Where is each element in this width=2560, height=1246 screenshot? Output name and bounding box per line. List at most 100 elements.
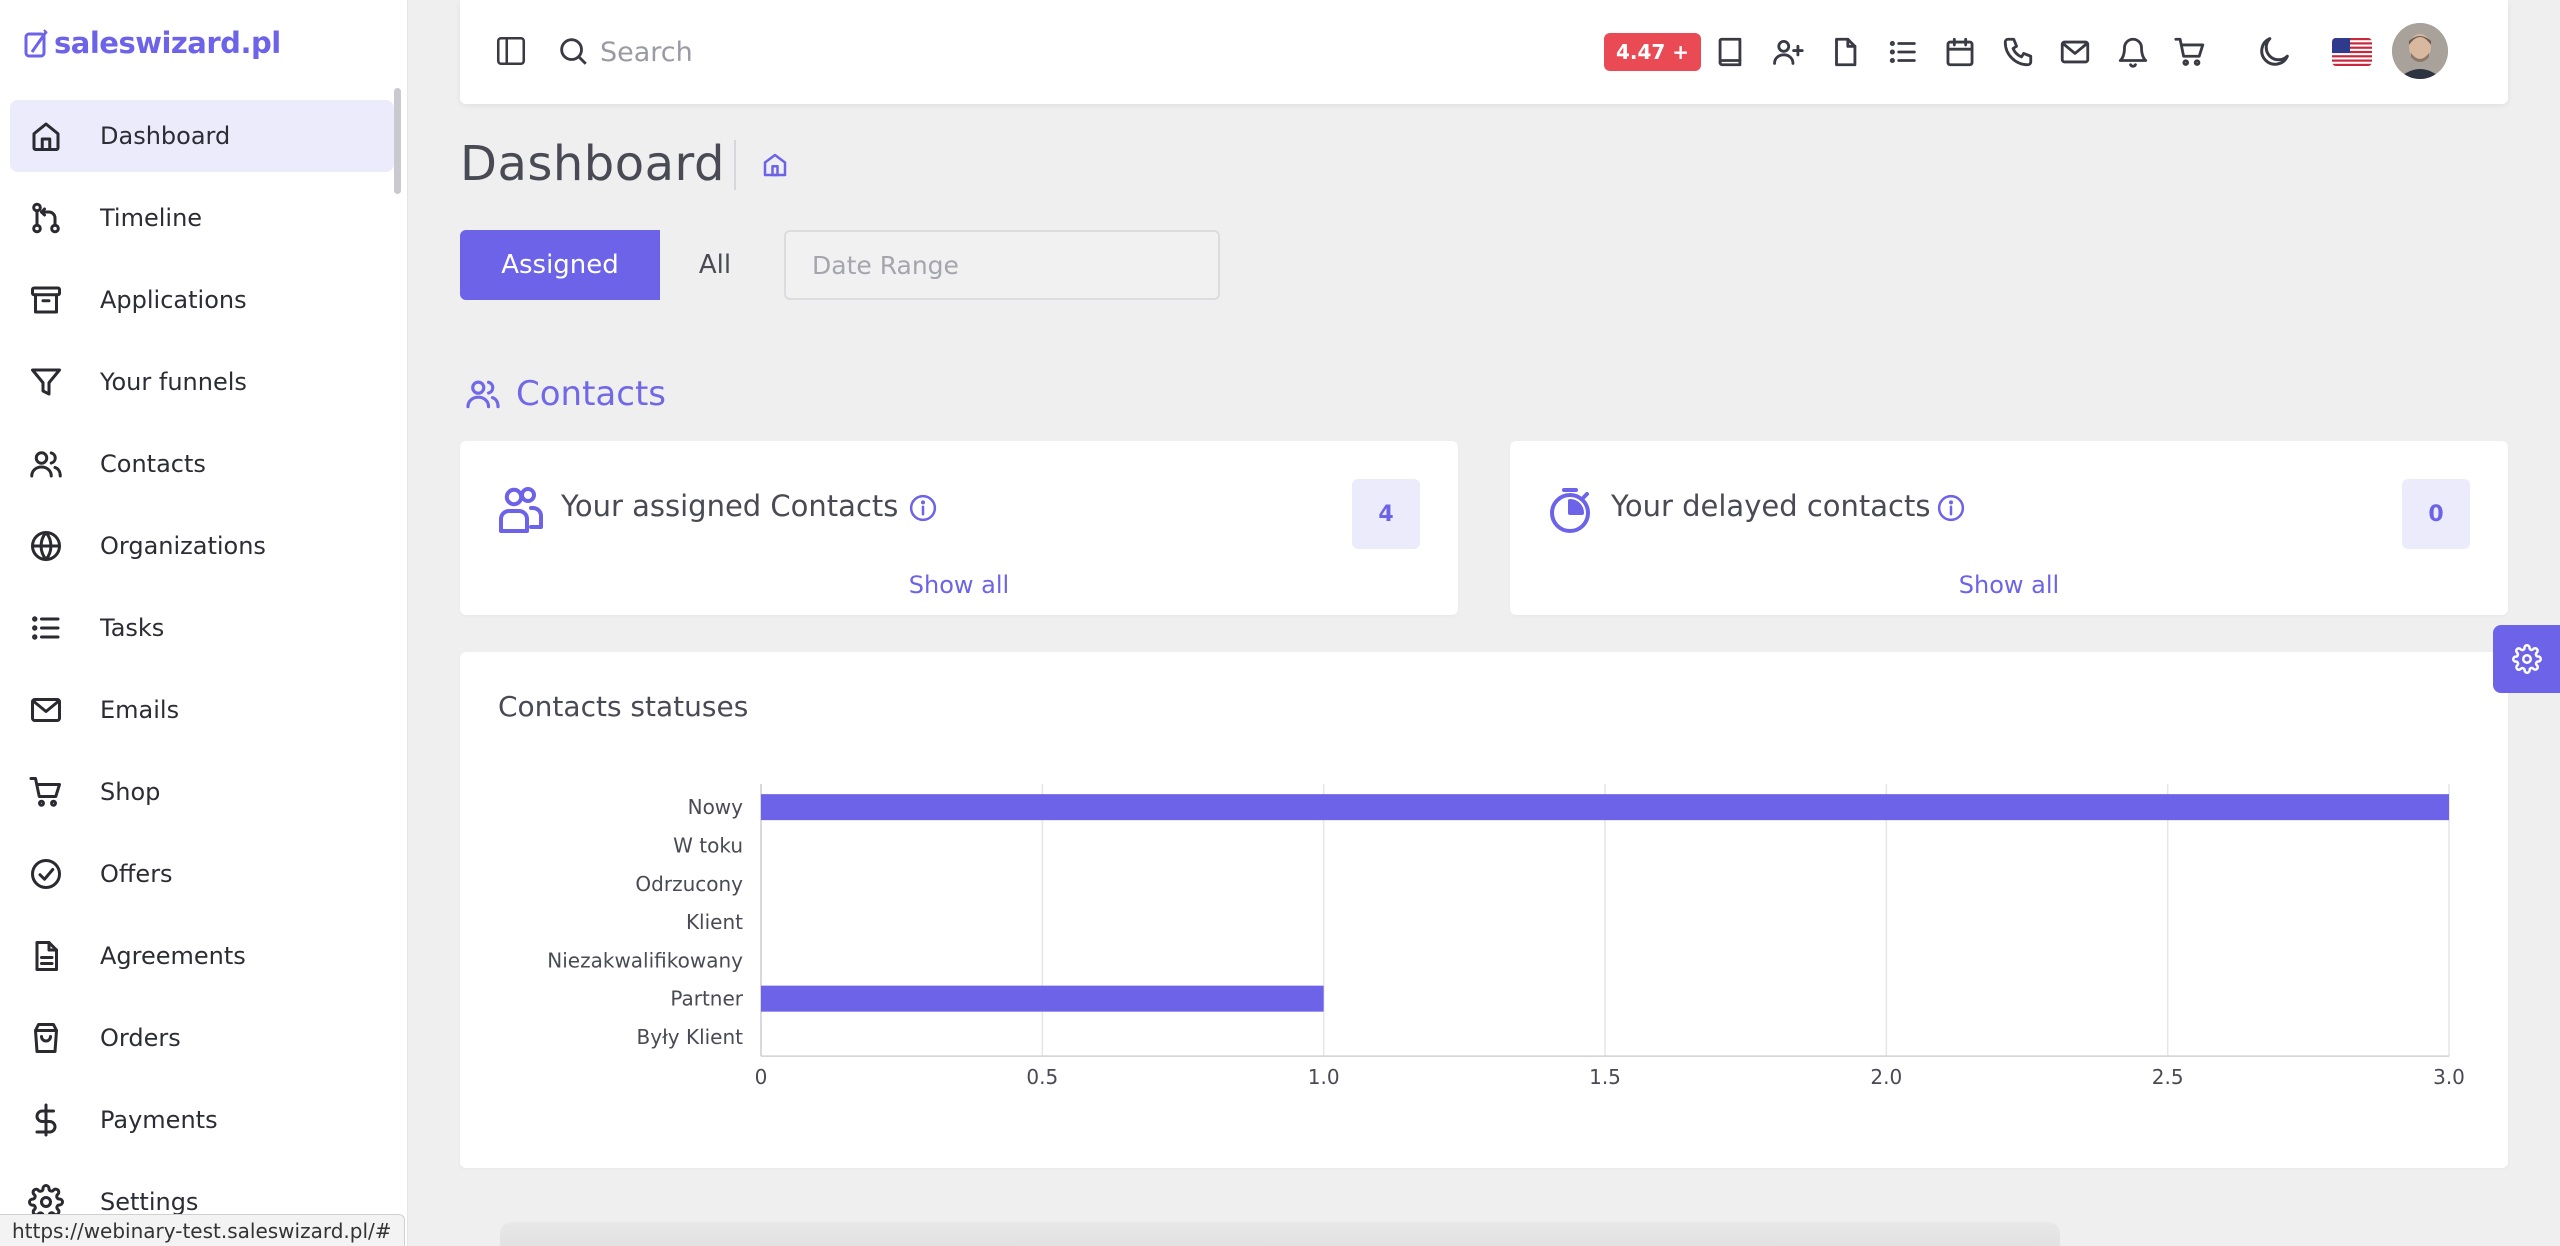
gear-icon bbox=[2511, 644, 2542, 674]
archive-icon bbox=[26, 280, 66, 320]
book-icon[interactable] bbox=[1710, 32, 1750, 72]
dollar-icon bbox=[26, 1100, 66, 1140]
bell-icon[interactable] bbox=[2113, 32, 2153, 72]
category-label: Niezakwalifikowany bbox=[547, 948, 743, 972]
document-icon bbox=[26, 936, 66, 976]
cart-icon[interactable] bbox=[2170, 32, 2210, 72]
list-icon bbox=[26, 608, 66, 648]
contacts-section-title: Contacts bbox=[464, 374, 666, 414]
sidebar-item-label: Applications bbox=[100, 286, 247, 314]
x-tick-label: 0 bbox=[755, 1065, 768, 1089]
sidebar-item-timeline[interactable]: Timeline bbox=[10, 182, 394, 254]
assigned-count-badge: 4 bbox=[1352, 479, 1420, 549]
sidebar-scrollbar[interactable] bbox=[394, 88, 401, 194]
info-icon[interactable] bbox=[908, 493, 938, 523]
sidebar-item-applications[interactable]: Applications bbox=[10, 264, 394, 336]
search-icon[interactable] bbox=[556, 34, 590, 68]
sidebar-item-label: Shop bbox=[100, 778, 161, 806]
sidebar-item-label: Tasks bbox=[100, 614, 165, 642]
list-icon[interactable] bbox=[1883, 32, 1923, 72]
category-label: W toku bbox=[673, 833, 743, 857]
x-tick-label: 1.0 bbox=[1308, 1065, 1340, 1089]
add-user-icon[interactable] bbox=[1768, 32, 1808, 72]
sidebar-nav: Dashboard Timeline Applications Your funnel… bbox=[10, 100, 394, 1246]
sidebar-item-offers[interactable]: Offers bbox=[10, 838, 394, 910]
mail-icon[interactable] bbox=[2055, 32, 2095, 72]
bar-partner bbox=[761, 985, 1324, 1012]
sidebar: saleswizard.pl Dashboard Timeline Applicat… bbox=[0, 0, 408, 1246]
x-tick-label: 3.0 bbox=[2433, 1065, 2465, 1089]
info-icon[interactable] bbox=[1936, 493, 1966, 523]
sidebar-item-payments[interactable]: Payments bbox=[10, 1084, 394, 1156]
sidebar-item-your-funnels[interactable]: Your funnels bbox=[10, 346, 394, 418]
user-avatar[interactable] bbox=[2392, 23, 2448, 79]
us-flag-icon[interactable] bbox=[2332, 38, 2372, 66]
card-title: Your delayed contacts bbox=[1611, 489, 1931, 523]
breadcrumb-home-icon[interactable] bbox=[760, 150, 790, 180]
avatar-icon bbox=[2392, 23, 2448, 79]
x-tick-label: 2.0 bbox=[1870, 1065, 1902, 1089]
sidebar-item-label: Emails bbox=[100, 696, 180, 724]
all-button[interactable]: All bbox=[660, 230, 770, 300]
sidebar-item-orders[interactable]: Orders bbox=[10, 1002, 394, 1074]
calendar-icon[interactable] bbox=[1940, 32, 1980, 72]
page-title: Dashboard bbox=[460, 136, 725, 192]
users-icon bbox=[26, 444, 66, 484]
sidebar-item-label: Dashboard bbox=[100, 122, 231, 150]
x-tick-label: 0.5 bbox=[1026, 1065, 1058, 1089]
assigned-contacts-card: Your assigned Contacts 4 Show all bbox=[460, 441, 1458, 615]
app-logo[interactable]: saleswizard.pl bbox=[24, 26, 281, 60]
sidebar-item-label: Timeline bbox=[100, 204, 203, 232]
logo-text: saleswizard.pl bbox=[54, 26, 281, 60]
contacts-status-chart: Nowy W toku Odrzucony Klient Niezakwalifikow… bbox=[547, 784, 2465, 1089]
version-badge[interactable]: 4.47 + bbox=[1604, 33, 1702, 71]
sidebar-item-contacts[interactable]: Contacts bbox=[10, 428, 394, 500]
date-range-input[interactable] bbox=[784, 230, 1220, 300]
search-input[interactable] bbox=[600, 30, 1000, 74]
category-label: Klient bbox=[686, 910, 743, 934]
phone-icon[interactable] bbox=[1998, 32, 2038, 72]
show-all-link[interactable]: Show all bbox=[460, 571, 1458, 599]
users-icon bbox=[466, 380, 500, 409]
git-branch-icon bbox=[26, 198, 66, 238]
sidebar-item-organizations[interactable]: Organizations bbox=[10, 510, 394, 582]
x-tick-label: 1.5 bbox=[1589, 1065, 1621, 1089]
show-all-link[interactable]: Show all bbox=[1510, 571, 2508, 599]
sidebar-item-shop[interactable]: Shop bbox=[10, 756, 394, 828]
section-title-text: Contacts bbox=[516, 374, 666, 414]
sidebar-item-dashboard[interactable]: Dashboard bbox=[10, 100, 394, 172]
stopwatch-icon bbox=[1546, 485, 1594, 535]
sidebar-item-label: Orders bbox=[100, 1024, 181, 1052]
toolbar-icons bbox=[1710, 32, 2228, 72]
status-url: https://webinary-test.saleswizard.pl/# bbox=[0, 1214, 405, 1246]
sidebar-item-label: Payments bbox=[100, 1106, 218, 1134]
check-circle-icon bbox=[26, 854, 66, 894]
category-label: Partner bbox=[670, 987, 743, 1011]
sidebar-item-label: Organizations bbox=[100, 532, 266, 560]
mail-icon bbox=[26, 690, 66, 730]
assigned-button[interactable]: Assigned bbox=[460, 230, 660, 300]
delayed-contacts-card: Your delayed contacts 0 Show all bbox=[1510, 441, 2508, 615]
sidebar-item-label: Your funnels bbox=[100, 368, 247, 396]
sidebar-item-emails[interactable]: Emails bbox=[10, 674, 394, 746]
sidebar-toggle-icon[interactable] bbox=[494, 34, 528, 68]
sidebar-item-tasks[interactable]: Tasks bbox=[10, 592, 394, 664]
title-divider bbox=[734, 140, 736, 190]
delayed-count-badge: 0 bbox=[2402, 479, 2470, 549]
category-label: Nowy bbox=[688, 795, 744, 819]
sidebar-item-label: Contacts bbox=[100, 450, 206, 478]
category-label: Były Klient bbox=[637, 1025, 744, 1049]
file-icon[interactable] bbox=[1825, 32, 1865, 72]
cart-icon bbox=[26, 772, 66, 812]
users-outline-icon bbox=[496, 485, 544, 535]
moon-icon[interactable] bbox=[2254, 32, 2294, 72]
x-tick-label: 2.5 bbox=[2152, 1065, 2184, 1089]
home-icon bbox=[26, 116, 66, 156]
top-bar: 4.47 + bbox=[460, 0, 2508, 104]
settings-tab[interactable] bbox=[2493, 625, 2560, 693]
category-label: Odrzucony bbox=[635, 872, 743, 896]
next-card-edge bbox=[500, 1222, 2060, 1246]
sidebar-item-agreements[interactable]: Agreements bbox=[10, 920, 394, 992]
contacts-statuses-card: Contacts statuses Nowy W toku Odrzucony Kli… bbox=[460, 652, 2508, 1168]
sidebar-item-label: Agreements bbox=[100, 942, 246, 970]
